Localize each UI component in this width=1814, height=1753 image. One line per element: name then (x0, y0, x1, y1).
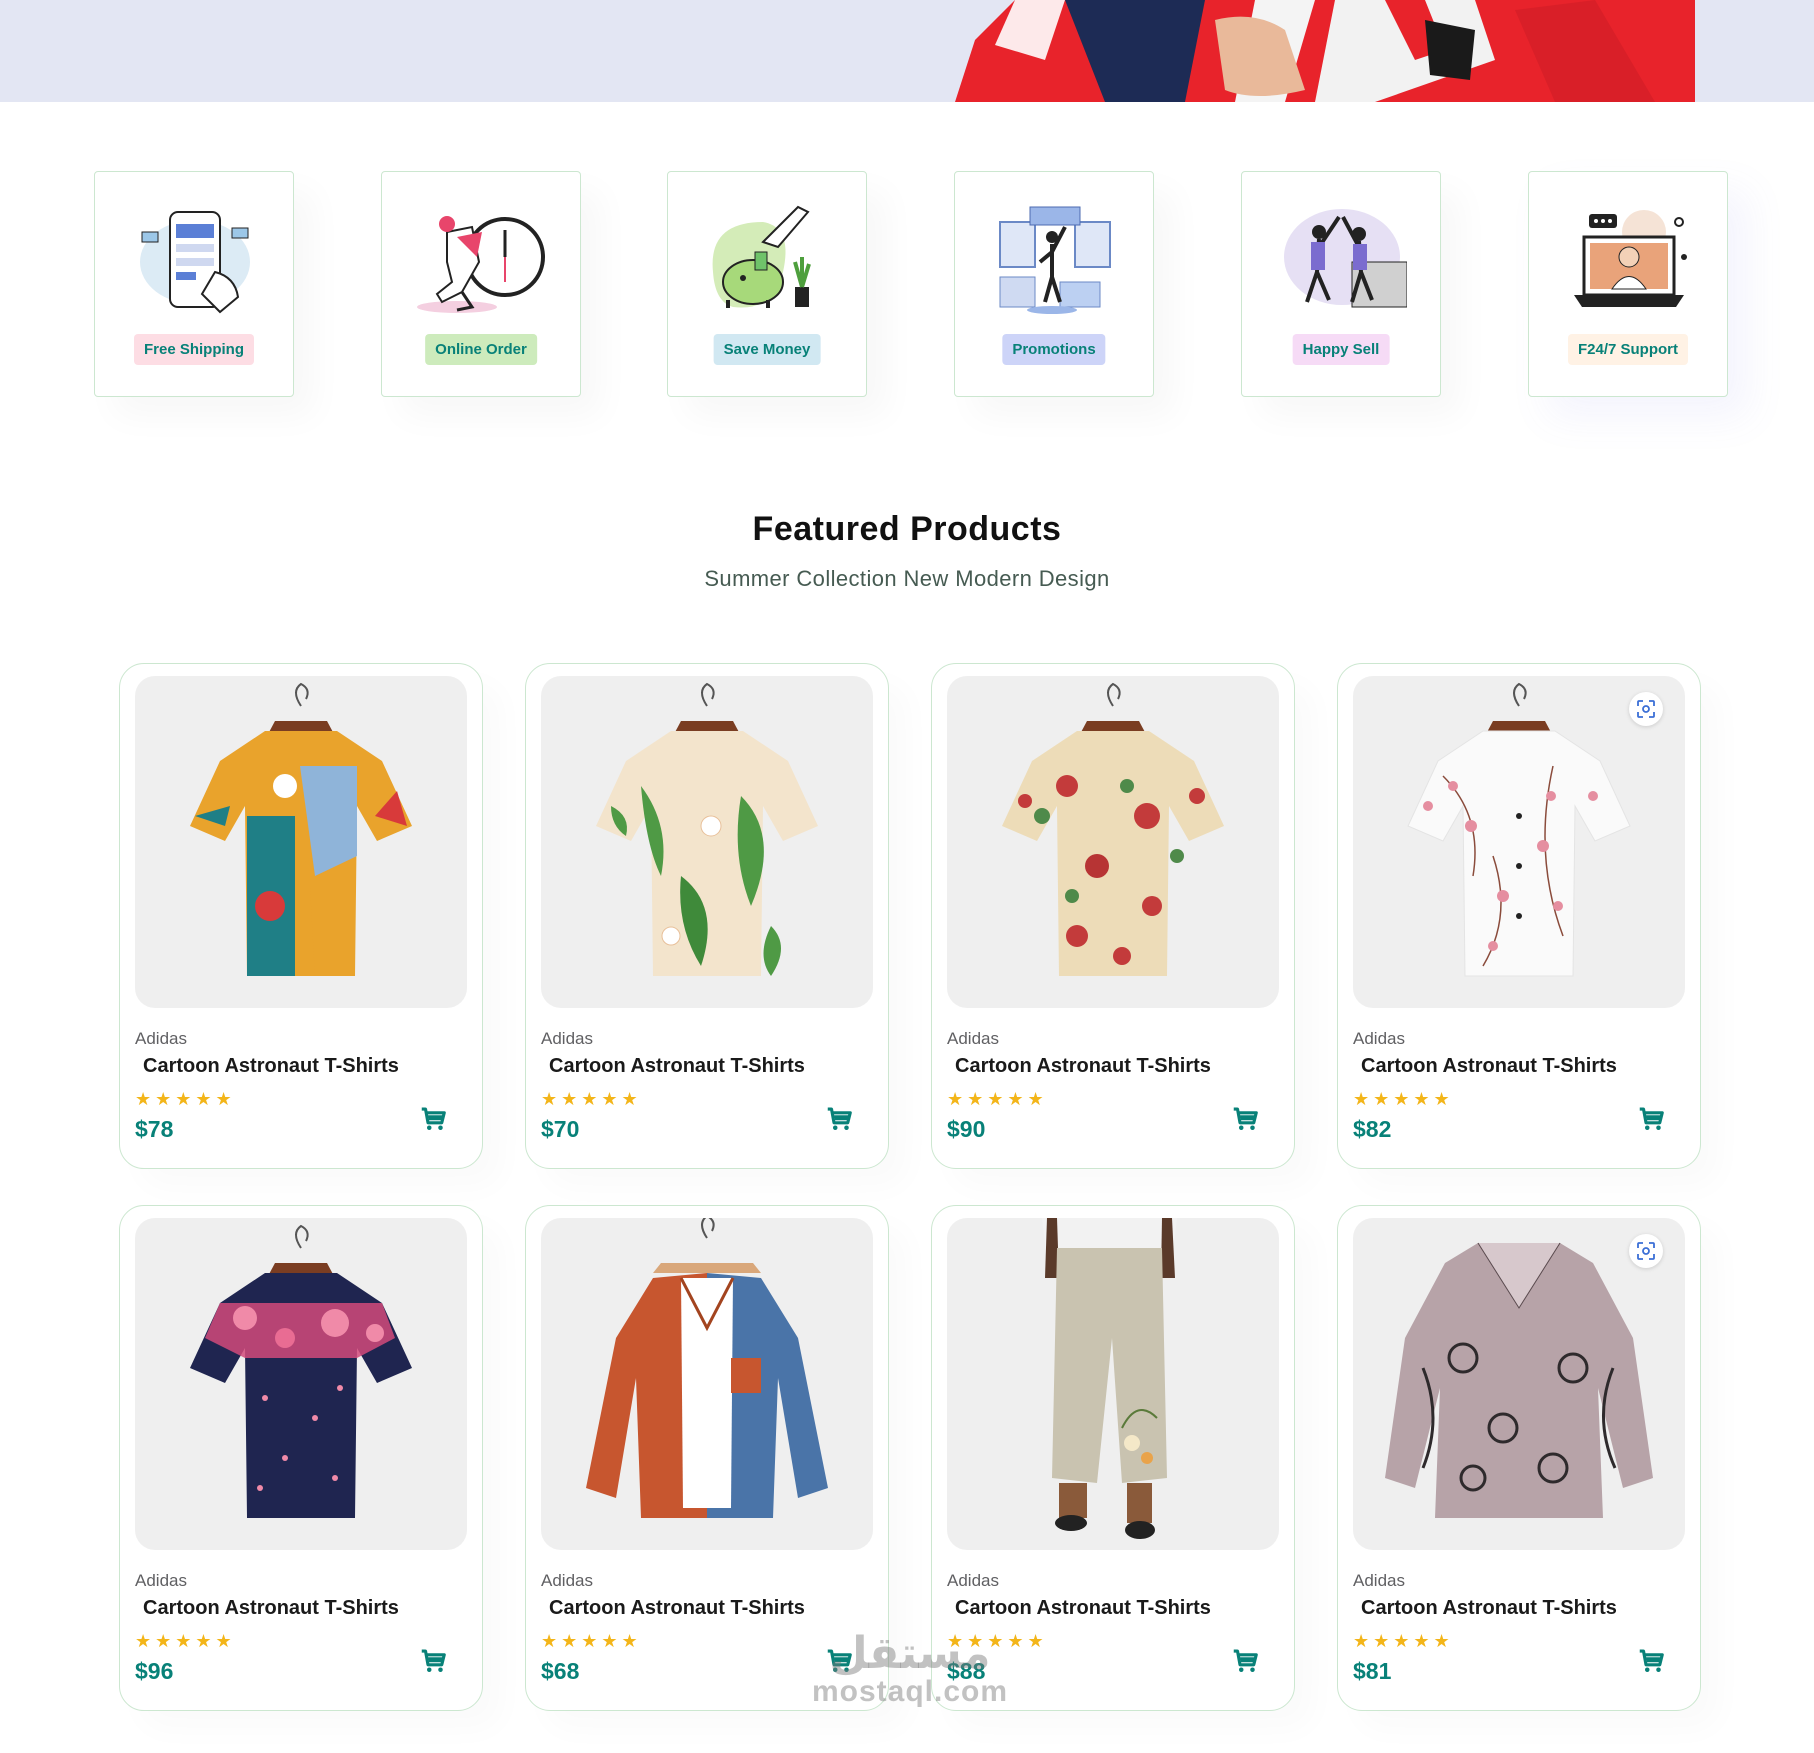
high-five-icon (1284, 209, 1407, 308)
product-image[interactable] (541, 1218, 873, 1550)
quick-view-button[interactable] (1629, 1234, 1663, 1268)
product-image[interactable] (1353, 1218, 1685, 1550)
hero-banner-bottom (0, 0, 1814, 102)
quick-view-button[interactable] (1629, 692, 1663, 726)
linen-pants-image (1042, 1218, 1177, 1539)
product-card[interactable]: Adidas Cartoon Astronaut T-Shirts ★★★★★ … (1337, 663, 1701, 1169)
star-rating: ★★★★★ (1353, 1631, 1454, 1651)
star-rating: ★★★★★ (1353, 1089, 1454, 1109)
product-price: $70 (541, 1116, 580, 1142)
product-name[interactable]: Cartoon Astronaut T-Shirts (1361, 1055, 1617, 1078)
product-name[interactable]: Cartoon Astronaut T-Shirts (955, 1597, 1211, 1620)
watermark-arabic: مستقل (829, 1629, 991, 1678)
section-subtitle: Summer Collection New Modern Design (704, 566, 1110, 591)
cat-print-blouse-image (1385, 1242, 1653, 1518)
promotions-icon (999, 206, 1111, 314)
feature-label: Online Order (425, 334, 537, 365)
product-brand: Adidas (1353, 1571, 1405, 1590)
scan-icon (1637, 1242, 1655, 1260)
product-grid: Adidas Cartoon Astronaut T-Shirts ★★★★★ … (119, 663, 1701, 1711)
product-image[interactable] (1353, 676, 1685, 1008)
product-card[interactable]: Adidas Cartoon Astronaut T-Shirts ★★★★★ … (119, 663, 483, 1169)
product-brand: Adidas (541, 1571, 593, 1590)
product-name[interactable]: Cartoon Astronaut T-Shirts (143, 1055, 399, 1078)
product-image[interactable] (947, 676, 1279, 1008)
product-name[interactable]: Cartoon Astronaut T-Shirts (549, 1055, 805, 1078)
section-title: Featured Products (752, 510, 1062, 548)
watermark-latin: mostaql.com (811, 1675, 1009, 1708)
phone-payment-icon (140, 211, 250, 314)
feature-card-promotions: Promotions (954, 171, 1154, 397)
star-rating: ★★★★★ (541, 1089, 642, 1109)
white-blossom-shirt-image (1407, 682, 1631, 977)
product-price: $90 (947, 1116, 986, 1142)
product-brand: Adidas (135, 1571, 187, 1590)
product-price: $82 (1353, 1116, 1392, 1142)
product-card[interactable]: Adidas Cartoon Astronaut T-Shirts ★★★★★ … (119, 1205, 483, 1711)
leaf-print-shirt-image (596, 682, 818, 976)
delivery-clock-icon (417, 216, 545, 313)
product-image[interactable] (947, 1218, 1279, 1550)
product-brand: Adidas (135, 1029, 187, 1048)
product-card[interactable]: Adidas Cartoon Astronaut T-Shirts ★★★★★ … (1337, 1205, 1701, 1711)
product-card[interactable]: Adidas Cartoon Astronaut T-Shirts ★★★★★ … (931, 663, 1295, 1169)
product-brand: Adidas (947, 1029, 999, 1048)
product-name[interactable]: Cartoon Astronaut T-Shirts (143, 1597, 399, 1620)
watermark: مستقل mostaql.com (795, 1632, 1025, 1708)
scan-icon (1637, 700, 1655, 718)
star-rating: ★★★★★ (135, 1089, 236, 1109)
support-laptop-icon (1574, 210, 1687, 307)
feature-label: Promotions (1002, 334, 1106, 365)
corduroy-two-tone-shirt-image (586, 1218, 828, 1518)
product-price: $78 (135, 1116, 174, 1142)
star-rating: ★★★★★ (135, 1631, 236, 1651)
product-brand: Adidas (1353, 1029, 1405, 1048)
feature-label: Free Shipping (133, 334, 255, 365)
cart-icon[interactable] (1636, 1646, 1666, 1676)
product-brand: Adidas (541, 1029, 593, 1048)
feature-card-online-order: Online Order (381, 171, 581, 397)
colorful-pattern-shirt-image (190, 682, 412, 976)
product-card[interactable]: Adidas Cartoon Astronaut T-Shirts ★★★★★ … (525, 663, 889, 1169)
feature-card-happy-sell: Happy Sell (1241, 171, 1441, 397)
product-price: $96 (135, 1658, 174, 1684)
feature-label: F24/7 Support (1567, 334, 1689, 365)
product-price: $68 (541, 1658, 580, 1684)
cart-icon[interactable] (824, 1104, 854, 1134)
product-name[interactable]: Cartoon Astronaut T-Shirts (1361, 1597, 1617, 1620)
product-image[interactable] (541, 676, 873, 1008)
feature-label: Happy Sell (1292, 334, 1390, 365)
piggy-bank-icon (712, 205, 811, 308)
product-name[interactable]: Cartoon Astronaut T-Shirts (955, 1055, 1211, 1078)
hero-model-image (955, 0, 1695, 102)
navy-floral-shirt-image (190, 1224, 412, 1518)
feature-card-free-shipping: Free Shipping (94, 171, 294, 397)
features-row: Free Shipping Online Order Save Money Pr… (94, 171, 1729, 397)
product-image[interactable] (135, 1218, 467, 1550)
feature-label: Save Money (713, 334, 821, 365)
product-price: $81 (1353, 1658, 1392, 1684)
product-image[interactable] (135, 676, 467, 1008)
feature-card-save-money: Save Money (667, 171, 867, 397)
star-rating: ★★★★★ (541, 1631, 642, 1651)
cart-icon[interactable] (1230, 1646, 1260, 1676)
feature-card-support: F24/7 Support (1528, 171, 1728, 397)
product-name[interactable]: Cartoon Astronaut T-Shirts (549, 1597, 805, 1620)
cart-icon[interactable] (1230, 1104, 1260, 1134)
floral-cream-shirt-image (1002, 682, 1224, 976)
product-brand: Adidas (947, 1571, 999, 1590)
star-rating: ★★★★★ (947, 1089, 1048, 1109)
cart-icon[interactable] (418, 1104, 448, 1134)
cart-icon[interactable] (1636, 1104, 1666, 1134)
cart-icon[interactable] (418, 1646, 448, 1676)
